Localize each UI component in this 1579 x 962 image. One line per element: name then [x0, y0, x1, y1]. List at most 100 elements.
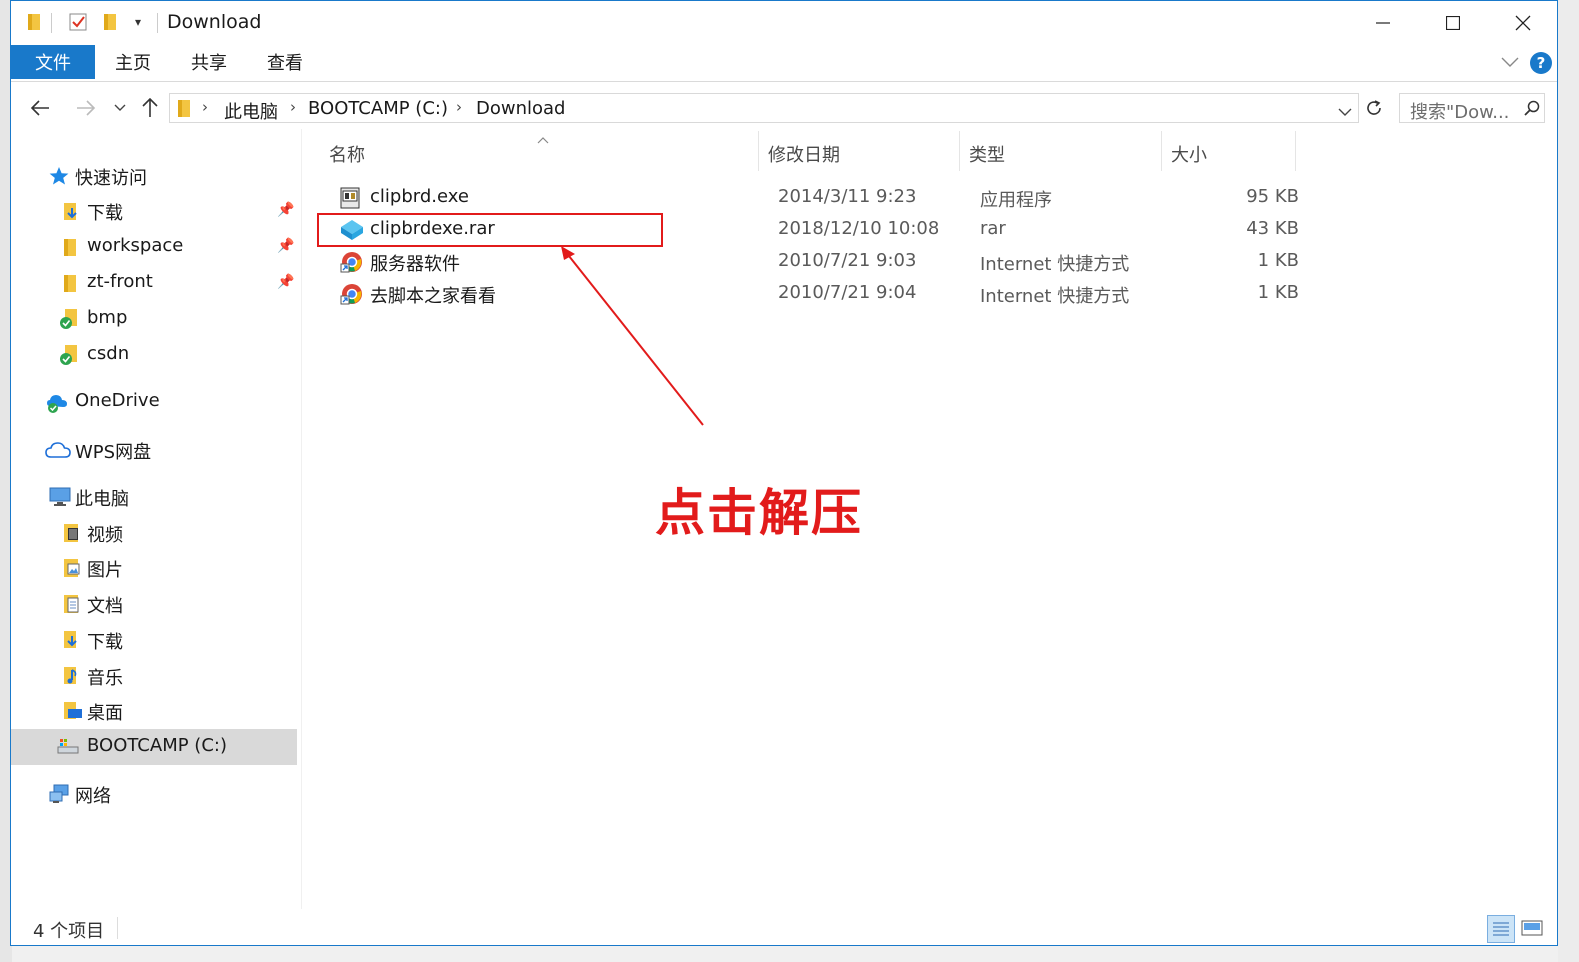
up-button[interactable] [135, 93, 165, 123]
refresh-button[interactable] [1359, 93, 1389, 123]
breadcrumb-separator-icon[interactable]: › [202, 98, 208, 116]
column-header-type[interactable]: 类型 [969, 141, 1005, 167]
sort-ascending-icon [537, 129, 549, 148]
nav-item-documents[interactable]: 文档 [11, 587, 297, 621]
qa-dropdown-icon[interactable]: ▾ [127, 11, 149, 33]
nav-label: WPS网盘 [75, 442, 152, 463]
column-header-name[interactable]: 名称 [329, 141, 365, 167]
nav-item-pictures[interactable]: 图片 [11, 551, 297, 585]
file-size: 43 KB [1246, 218, 1299, 239]
tab-share[interactable]: 共享 [191, 45, 227, 79]
breadcrumb-bootcamp[interactable]: BOOTCAMP (C:) [308, 98, 448, 119]
file-date: 2010/7/21 9:03 [778, 250, 917, 271]
synced-folder-icon [59, 308, 81, 335]
minimize-button[interactable] [1349, 1, 1417, 45]
column-separator[interactable] [1295, 131, 1296, 171]
nav-quick-access[interactable]: 快速访问 [11, 159, 297, 193]
title-bar: ▾ Download [11, 1, 1557, 45]
explorer-window: ▾ Download 文件 主页 共享 查看 ? › 此电脑 › BOOTCAM… [10, 0, 1558, 946]
column-separator[interactable] [1161, 131, 1162, 171]
column-separator[interactable] [758, 131, 759, 171]
desktop-folder-icon [63, 701, 83, 726]
status-bar: 4 个项目 [11, 911, 1557, 945]
expand-ribbon-icon[interactable] [1501, 53, 1519, 72]
tab-home[interactable]: 主页 [115, 45, 151, 79]
nav-label: csdn [87, 343, 130, 364]
nav-label: 下载 [87, 203, 123, 224]
nav-label: 图片 [87, 560, 123, 581]
video-folder-icon [63, 523, 81, 548]
nav-label: BOOTCAMP (C:) [87, 735, 227, 756]
nav-item-downloads[interactable]: 下载 📌 [11, 194, 297, 228]
file-size: 1 KB [1257, 282, 1299, 303]
nav-network[interactable]: 网络 [11, 777, 297, 811]
nav-item-music[interactable]: 音乐 [11, 659, 297, 693]
help-button[interactable]: ? [1530, 52, 1552, 74]
pictures-folder-icon [63, 558, 81, 583]
qa-divider [51, 13, 52, 33]
nav-wps[interactable]: WPS网盘 [11, 433, 297, 467]
pin-icon[interactable]: 📌 [277, 274, 294, 290]
background-app-right [1558, 0, 1579, 962]
recent-locations-icon[interactable] [105, 93, 135, 123]
tab-file[interactable]: 文件 [11, 45, 95, 79]
breadcrumb-this-pc[interactable]: 此电脑 [224, 98, 278, 124]
nav-label: 桌面 [87, 703, 123, 724]
window-title: Download [167, 11, 262, 33]
nav-item-pc-downloads[interactable]: 下载 [11, 623, 297, 657]
breadcrumb-download[interactable]: Download [476, 98, 565, 119]
nav-label: 视频 [87, 525, 123, 546]
search-icon[interactable] [1524, 100, 1540, 120]
file-date: 2014/3/11 9:23 [778, 186, 917, 207]
music-folder-icon [63, 666, 81, 691]
nav-item-desktop[interactable]: 桌面 [11, 694, 297, 728]
nav-label: workspace [87, 235, 184, 256]
file-row[interactable]: clipbrd.exe 2014/3/11 9:23 应用程序 95 KB [327, 183, 1299, 213]
back-button[interactable] [25, 93, 55, 123]
file-row[interactable]: 去脚本之家看看 2010/7/21 9:04 Internet 快捷方式 1 K… [327, 279, 1299, 309]
column-separator[interactable] [959, 131, 960, 171]
new-folder-icon[interactable] [99, 11, 121, 33]
nav-item-bmp[interactable]: bmp [11, 302, 297, 336]
address-bar[interactable]: › 此电脑 › BOOTCAMP (C:) › Download [169, 93, 1359, 123]
breadcrumb-separator-icon[interactable]: › [456, 98, 462, 116]
large-icons-view-button[interactable] [1519, 915, 1547, 943]
file-type: Internet 快捷方式 [980, 254, 1130, 275]
exe-icon [340, 187, 362, 209]
nav-label: 文档 [87, 596, 123, 617]
synced-folder-icon [59, 344, 81, 371]
file-date: 2018/12/10 10:08 [778, 218, 940, 239]
item-count: 4 个项目 [33, 921, 105, 942]
pin-icon[interactable]: 📌 [277, 238, 294, 254]
documents-folder-icon [63, 594, 81, 619]
file-size: 95 KB [1246, 186, 1299, 207]
file-size: 1 KB [1257, 250, 1299, 271]
nav-this-pc[interactable]: 此电脑 [11, 480, 297, 514]
nav-item-csdn[interactable]: csdn [11, 338, 297, 372]
nav-item-zt-front[interactable]: zt-front 📌 [11, 266, 297, 300]
column-header-size[interactable]: 大小 [1171, 141, 1207, 167]
search-box[interactable]: 搜索"Dow... [1399, 93, 1545, 123]
navigation-pane: 快速访问 下载 📌 workspace 📌 zt-front 📌 bmp csd… [11, 129, 301, 904]
forward-button[interactable] [71, 93, 101, 123]
pin-icon[interactable]: 📌 [277, 202, 294, 218]
column-header-date[interactable]: 修改日期 [768, 141, 840, 167]
file-row[interactable]: 服务器软件 2010/7/21 9:03 Internet 快捷方式 1 KB [327, 247, 1299, 277]
nav-onedrive[interactable]: OneDrive [11, 385, 297, 419]
nav-item-bootcamp[interactable]: BOOTCAMP (C:) [11, 729, 297, 765]
properties-icon[interactable] [67, 11, 89, 33]
search-placeholder[interactable]: 搜索"Dow... [1410, 98, 1509, 124]
breadcrumb-separator-icon[interactable]: › [290, 98, 296, 116]
close-button[interactable] [1489, 1, 1557, 45]
drive-icon [57, 738, 79, 761]
file-date: 2010/7/21 9:04 [778, 282, 917, 303]
maximize-button[interactable] [1419, 1, 1487, 45]
nav-item-workspace[interactable]: workspace 📌 [11, 230, 297, 264]
address-dropdown-icon[interactable] [1338, 102, 1352, 121]
tab-view[interactable]: 查看 [267, 45, 303, 79]
details-view-button[interactable] [1487, 915, 1515, 943]
file-name: 去脚本之家看看 [370, 286, 496, 307]
nav-label: zt-front [87, 271, 153, 292]
nav-item-videos[interactable]: 视频 [11, 516, 297, 550]
nav-label: 下载 [87, 632, 123, 653]
